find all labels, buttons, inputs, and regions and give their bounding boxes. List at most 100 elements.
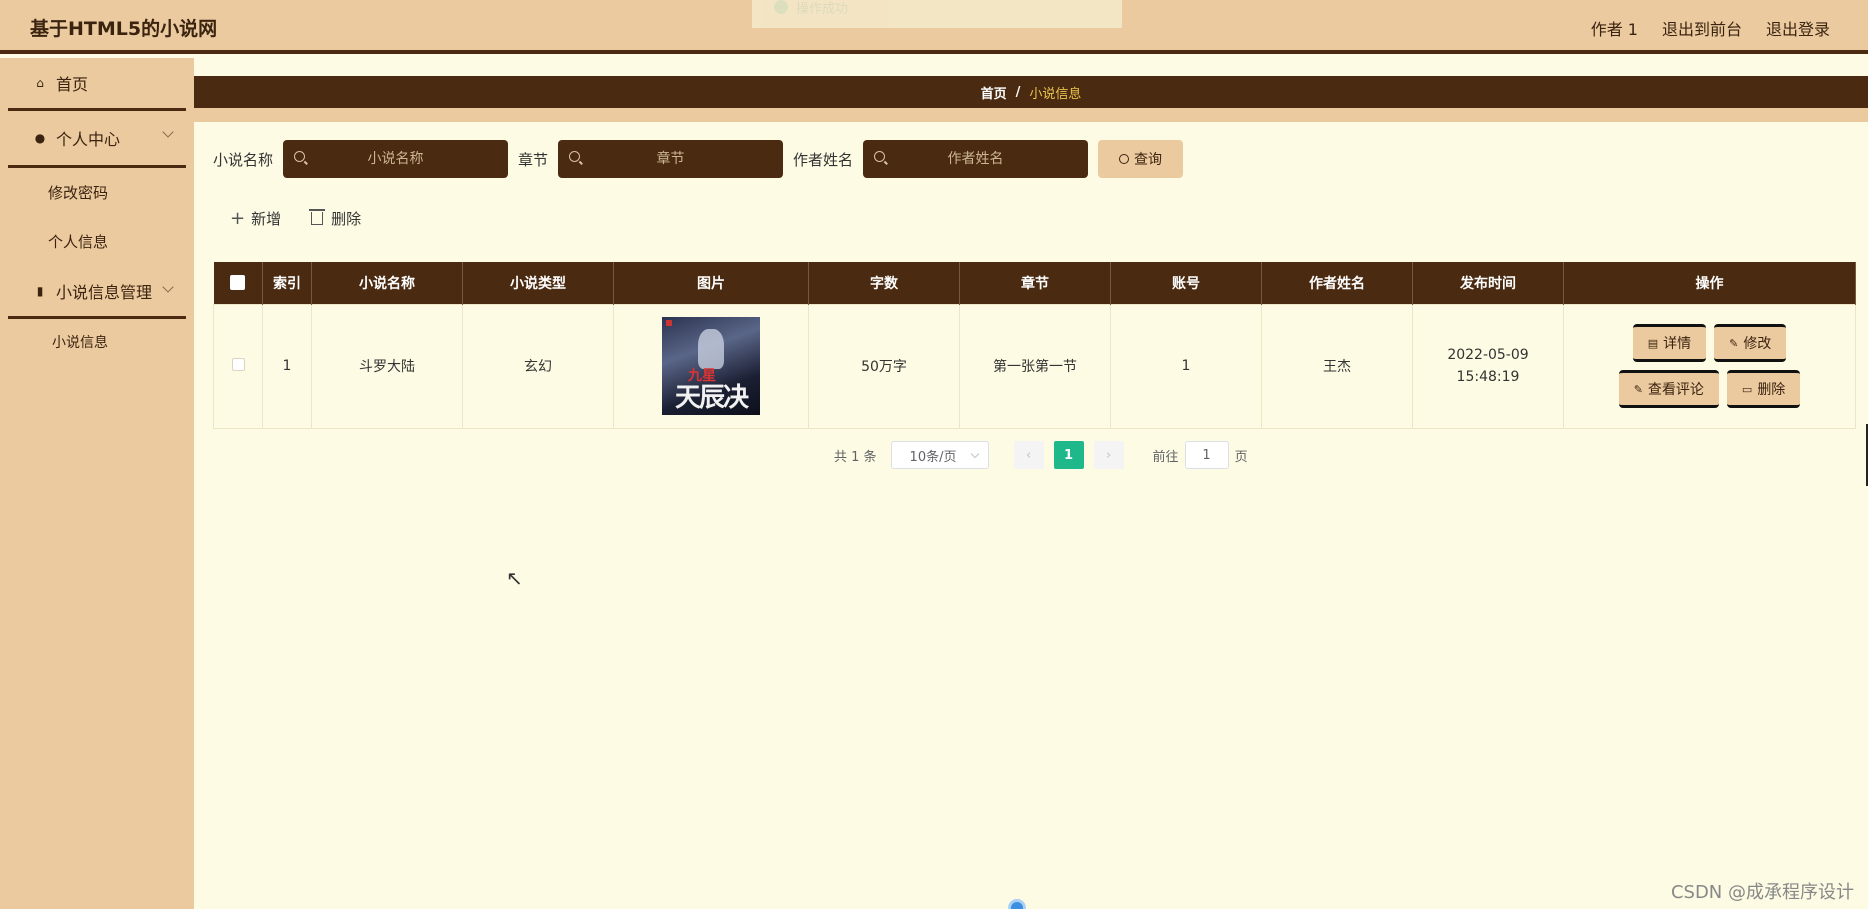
goto-suffix: 页 [1234, 449, 1248, 465]
document-icon: ▤ [1647, 336, 1659, 350]
novel-cover-image[interactable]: 九星 天辰决 [662, 317, 760, 415]
page-size-select[interactable]: 10条/页 [890, 441, 989, 469]
add-button[interactable]: + 新增 [230, 208, 281, 229]
toast-text: 操作成功 [796, 2, 849, 17]
sidebar-item-novel-management[interactable]: ▮ 小说信息管理 [0, 266, 194, 316]
search-icon [1119, 154, 1130, 164]
cell-word-count: 50万字 [808, 303, 960, 429]
chevron-down-icon [970, 449, 979, 459]
detail-button-label: 详情 [1663, 336, 1692, 352]
row-checkbox[interactable] [231, 357, 245, 371]
search-form: 小说名称 章节 作者姓名 查询 [213, 140, 1184, 178]
sidebar-item-change-password[interactable]: 修改密码 [0, 168, 194, 217]
page-number-current[interactable]: 1 [1053, 441, 1084, 469]
ticket-icon: ▮ [36, 284, 44, 298]
column-header: 图片 [613, 262, 809, 304]
row-delete-button-label: 删除 [1757, 382, 1786, 398]
page-size-value: 10条/页 [909, 449, 957, 465]
current-user: 作者 1 [1590, 20, 1638, 39]
table-actions: + 新增 删除 [230, 208, 361, 229]
trash-icon [309, 209, 326, 225]
row-delete-button[interactable]: ▭ 删除 [1726, 370, 1801, 408]
floating-dot-icon[interactable] [1008, 899, 1026, 909]
exit-to-front-link[interactable]: 退出到前台 [1662, 16, 1742, 40]
author-search-box [863, 140, 1089, 178]
cell-chapter: 第一张第一节 [959, 303, 1111, 429]
user-icon: ● [34, 131, 46, 145]
view-comments-button[interactable]: ✎ 查看评论 [1618, 370, 1719, 408]
header-select-all[interactable] [213, 262, 263, 304]
column-header: 作者姓名 [1261, 262, 1413, 304]
row-operations: ▤ 详情 ✎ 修改 ✎ 查看评论 ▭ 删除 [1564, 324, 1855, 408]
goto-page-input[interactable] [1184, 441, 1229, 469]
cover-title: 天辰决 [674, 383, 749, 413]
cell-publish-time: 2022-05-09 15:48:19 [1412, 303, 1564, 429]
author-name-input[interactable] [863, 140, 1089, 178]
watermark: CSDN @成承程序设计 [1670, 882, 1854, 903]
pagination: 共 1 条 10条/页 ‹ 1 › 前往 页 [834, 441, 1248, 469]
detail-button[interactable]: ▤ 详情 [1632, 324, 1707, 362]
column-header: 账号 [1110, 262, 1262, 304]
chevron-down-icon [162, 281, 174, 293]
breadcrumb-underline [194, 108, 1868, 122]
column-header: 小说类型 [462, 262, 614, 304]
sidebar: ⌂ 首页 ● 个人中心 修改密码 个人信息 ▮ 小说信息管理 小说信息 [0, 58, 194, 909]
sidebar-item-home[interactable]: ⌂ 首页 [0, 58, 194, 108]
success-icon [774, 0, 788, 14]
novel-name-input[interactable] [283, 140, 509, 178]
breadcrumb: 首页 / 小说信息 [194, 76, 1868, 108]
top-actions: 作者 1 退出到前台 退出登录 [1591, 16, 1830, 40]
batch-delete-button[interactable]: 删除 [309, 208, 362, 229]
cell-novel-type: 玄幻 [462, 303, 614, 429]
sidebar-item-novel-info[interactable]: 小说信息 [0, 319, 194, 365]
cell-author: 王杰 [1261, 303, 1413, 429]
column-header: 小说名称 [311, 262, 463, 304]
mouse-cursor-icon: ↖ [506, 566, 523, 590]
query-button[interactable]: 查询 [1098, 140, 1184, 178]
site-title: 基于HTML5的小说网 [30, 18, 218, 40]
cover-badge [666, 320, 672, 326]
row-select-cell [213, 303, 263, 429]
chapter-input[interactable] [558, 140, 784, 178]
sidebar-item-personal-info[interactable]: 个人信息 [0, 217, 194, 266]
sidebar-item-label: 个人中心 [56, 130, 121, 149]
cell-novel-name: 斗罗大陆 [311, 303, 463, 429]
table-row: 1 斗罗大陆 玄幻 九星 天辰决 50万字 第一张第一节 1 王杰 2022-0… [213, 303, 1856, 429]
cell-operations: ▤ 详情 ✎ 修改 ✎ 查看评论 ▭ 删除 [1563, 303, 1856, 429]
edit-icon: ✎ [1729, 336, 1739, 350]
prev-page-button[interactable]: ‹ [1013, 441, 1044, 469]
cell-index: 1 [262, 303, 312, 429]
column-header: 发布时间 [1412, 262, 1564, 304]
select-all-checkbox[interactable] [230, 275, 246, 291]
trash-icon: ▭ [1741, 382, 1753, 396]
view-comments-button-label: 查看评论 [1647, 382, 1704, 398]
sidebar-item-label: 首页 [56, 75, 89, 94]
query-button-label: 查询 [1134, 152, 1163, 168]
edit-icon: ✎ [1633, 382, 1643, 396]
goto-label: 前往 [1152, 449, 1179, 465]
top-bar: 基于HTML5的小说网 操作成功 作者 1 退出到前台 退出登录 [0, 0, 1868, 54]
sidebar-item-label: 小说信息管理 [56, 283, 153, 302]
plus-icon: + [230, 208, 246, 229]
logout-link[interactable]: 退出登录 [1766, 16, 1830, 40]
column-header: 操作 [1563, 262, 1856, 304]
next-page-button[interactable]: › [1093, 441, 1124, 469]
edit-button[interactable]: ✎ 修改 [1714, 324, 1787, 362]
search-icon [569, 151, 581, 162]
breadcrumb-current: 小说信息 [1029, 86, 1082, 102]
novel-name-search-box [283, 140, 509, 178]
column-header: 章节 [959, 262, 1111, 304]
delete-button-label: 删除 [331, 210, 362, 228]
edit-button-label: 修改 [1743, 336, 1772, 352]
home-icon: ⌂ [36, 76, 44, 90]
column-header: 字数 [808, 262, 960, 304]
toast-message: 操作成功 [752, 0, 1122, 28]
cover-figure [698, 329, 724, 369]
chapter-search-box [558, 140, 784, 178]
main-top-line [194, 58, 1868, 64]
chapter-label: 章节 [518, 150, 549, 169]
breadcrumb-home[interactable]: 首页 [981, 83, 1007, 102]
author-name-label: 作者姓名 [793, 150, 854, 169]
sidebar-item-personal-center[interactable]: ● 个人中心 [0, 111, 194, 165]
chevron-down-icon [162, 126, 174, 138]
